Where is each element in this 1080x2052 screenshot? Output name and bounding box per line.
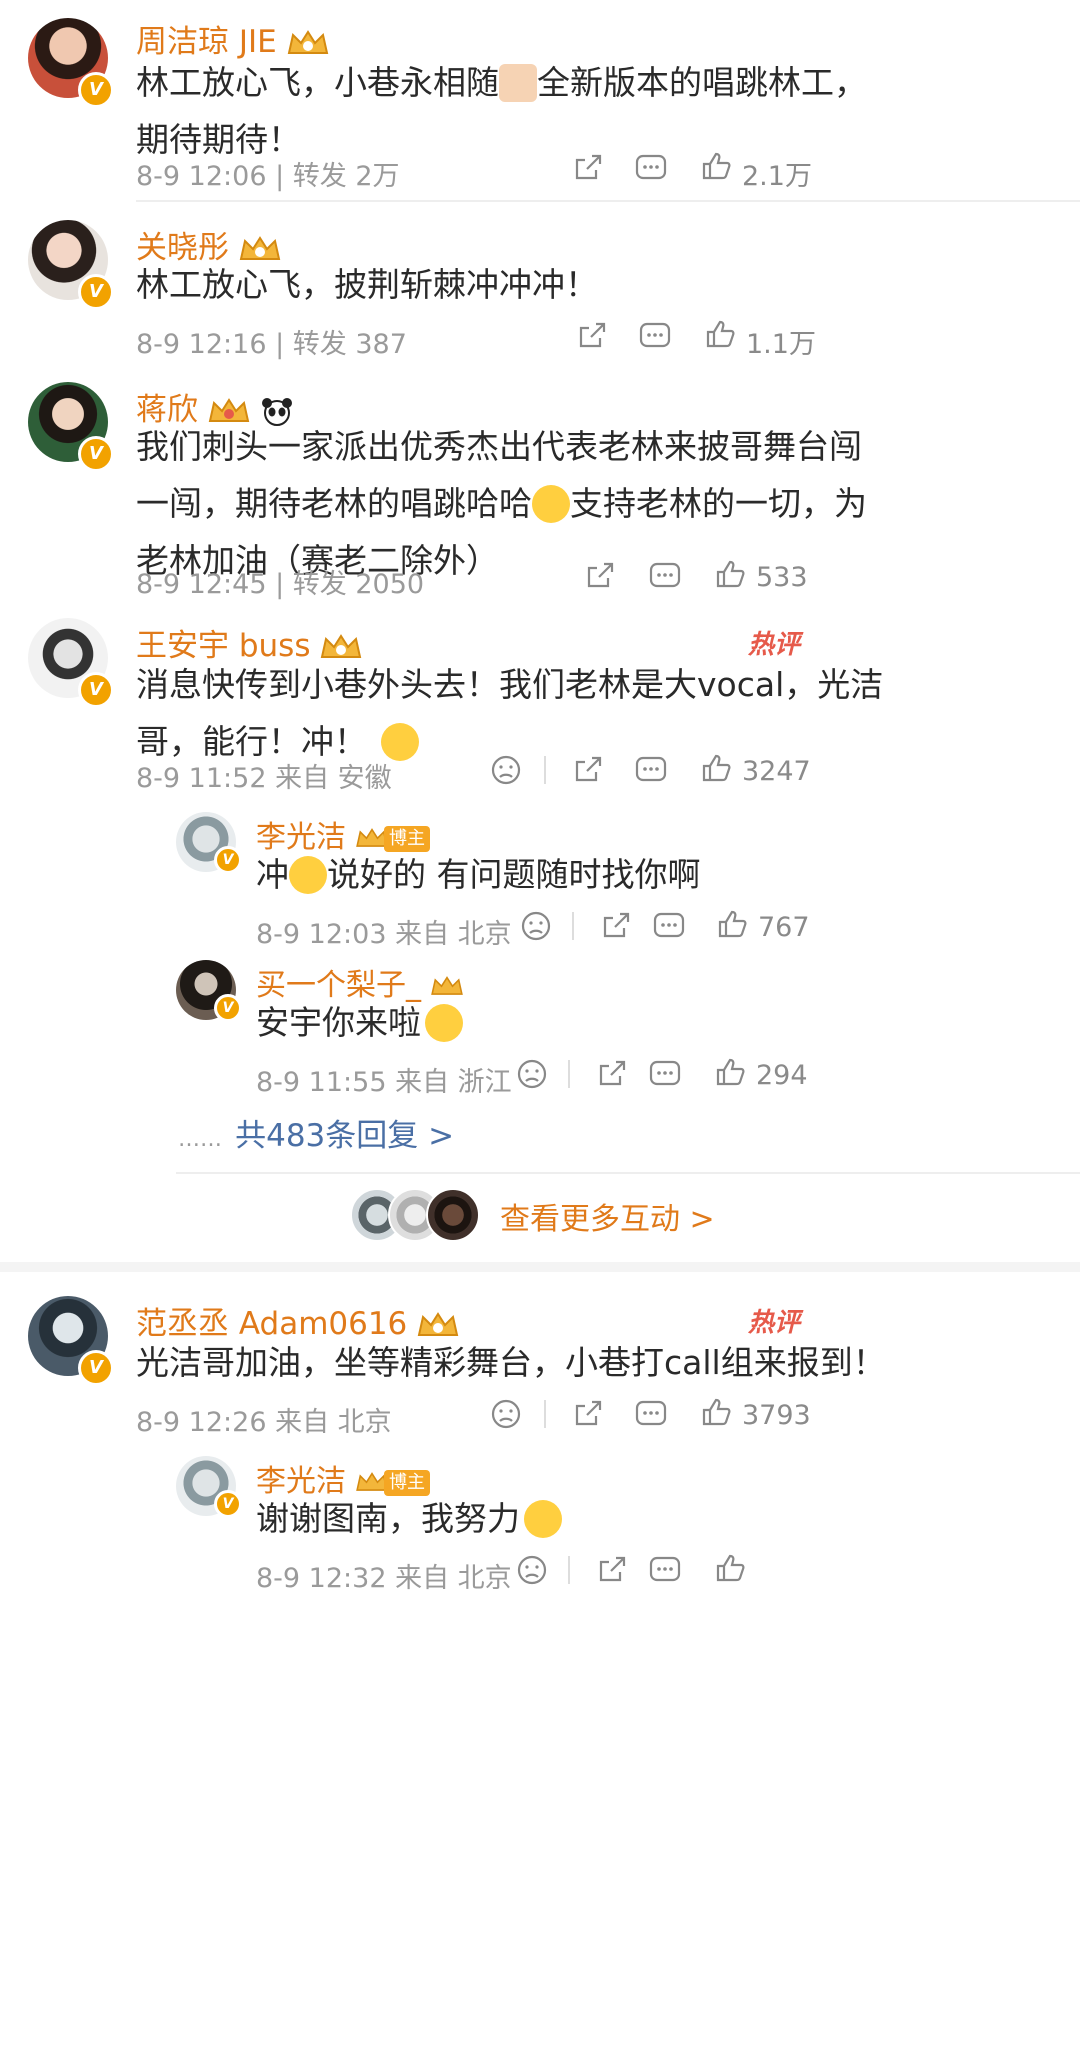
- repost-icon[interactable]: [600, 910, 632, 942]
- like-count: 533: [756, 562, 808, 593]
- comment-text: 林工放心飞，披荆斩棘冲冲冲！: [136, 256, 1036, 313]
- comment-text-part: 林工放心飞，披荆斩棘冲冲冲！: [136, 265, 598, 304]
- reply-meta: 8-9 12:32 来自 北京: [256, 1563, 512, 1594]
- divider: [568, 1556, 570, 1584]
- dislike-icon[interactable]: [490, 754, 522, 786]
- comment-icon[interactable]: [634, 1398, 668, 1430]
- comment-text-part: 全新版本的唱跳林工，: [537, 63, 867, 102]
- comment-meta: 8-9 11:52 来自 安徽: [136, 763, 392, 794]
- verified-badge-icon: V: [78, 672, 114, 708]
- divider: [176, 1172, 1080, 1174]
- comment-text-part: 我们刺头一家派出优秀杰出代表老林来披哥舞台闯: [136, 427, 862, 466]
- like-count: 2.1万: [742, 161, 812, 192]
- comment-text-part: 说好的 有问题随时找你啊: [327, 855, 701, 894]
- like-count: 294: [756, 1060, 808, 1091]
- comment-icon[interactable]: [648, 560, 682, 592]
- like-icon[interactable]: [700, 752, 732, 784]
- like-icon[interactable]: [716, 908, 748, 940]
- divider: [544, 756, 546, 784]
- more-replies-link[interactable]: …… 共483条回复 >: [178, 1110, 454, 1155]
- comment-text: 消息快传到小巷外头去！我们老林是大vocal，光洁 哥，能行！冲！: [136, 656, 1036, 770]
- section-gap: [0, 1262, 1080, 1272]
- comment-text-part: 谢谢图南，我努力: [256, 1499, 520, 1538]
- comment-text-part: 光洁哥加油，坐等精彩舞台，小巷打call组来报到！: [136, 1343, 886, 1382]
- divider: [572, 912, 574, 940]
- like-icon[interactable]: [704, 318, 736, 350]
- repost-icon[interactable]: [572, 1398, 604, 1430]
- repost-icon[interactable]: [576, 320, 608, 352]
- repost-icon[interactable]: [596, 1058, 628, 1090]
- comment-meta: 8-9 12:06 | 转发 2万: [136, 161, 400, 192]
- like-count: 767: [758, 912, 810, 943]
- comment-text: 林工放心飞，小巷永相随 全新版本的唱跳林工， 期待期待！: [136, 54, 1036, 168]
- dislike-icon[interactable]: [516, 1554, 548, 1586]
- comment-icon[interactable]: [638, 320, 672, 352]
- reply-meta: 8-9 12:03 来自 北京: [256, 919, 512, 950]
- repost-icon[interactable]: [584, 560, 616, 592]
- divider: [544, 1400, 546, 1428]
- comment-icon[interactable]: [652, 910, 686, 942]
- comment-icon[interactable]: [634, 152, 668, 184]
- divider: [568, 1060, 570, 1088]
- like-icon[interactable]: [714, 1056, 746, 1088]
- dislike-icon[interactable]: [490, 1398, 522, 1430]
- like-icon[interactable]: [714, 558, 746, 590]
- verified-badge-icon: V: [78, 1350, 114, 1386]
- verified-badge-icon: V: [78, 72, 114, 108]
- flexed-bicep-emoji-icon: [499, 64, 537, 102]
- verified-badge-icon: V: [78, 274, 114, 310]
- like-count: 3247: [742, 756, 811, 787]
- verified-badge-icon: V: [214, 994, 242, 1022]
- comment-meta: 8-9 12:16 | 转发 387: [136, 329, 407, 360]
- like-count: 3793: [742, 1400, 811, 1431]
- reply-text: 冲说好的 有问题随时找你啊: [256, 846, 1056, 903]
- repost-icon[interactable]: [596, 1554, 628, 1586]
- comment-icon[interactable]: [634, 754, 668, 786]
- verified-badge-icon: V: [78, 436, 114, 472]
- comment-text-part: 安宇你来啦: [256, 1003, 421, 1042]
- pray-emoji-icon: [425, 1004, 463, 1042]
- avatar: [426, 1188, 480, 1242]
- verified-badge-icon: V: [214, 1490, 242, 1518]
- like-count: 1.1万: [746, 329, 816, 360]
- comment-meta: 8-9 12:26 来自 北京: [136, 1407, 392, 1438]
- comment-text-part: 林工放心飞，小巷永相随: [136, 63, 499, 102]
- ellipsis-dots: ……: [178, 1127, 222, 1152]
- like-icon[interactable]: [714, 1552, 746, 1584]
- comment-meta: 8-9 12:45 | 转发 2050: [136, 569, 425, 600]
- repost-icon[interactable]: [572, 754, 604, 786]
- more-interactions-avatars[interactable]: [350, 1184, 480, 1244]
- more-replies-label[interactable]: 共483条回复 >: [235, 1118, 454, 1154]
- repost-icon[interactable]: [572, 152, 604, 184]
- reply-text: 安宇你来啦: [256, 994, 1056, 1051]
- cheer-emoji-icon: [289, 856, 327, 894]
- comment-icon[interactable]: [648, 1554, 682, 1586]
- verified-badge-icon: V: [214, 846, 242, 874]
- comment-text: 光洁哥加油，坐等精彩舞台，小巷打call组来报到！: [136, 1334, 1056, 1391]
- comment-text-part: 冲: [256, 855, 289, 894]
- comment-text-part: 一闯，期待老林的唱跳哈哈: [136, 484, 532, 523]
- like-icon[interactable]: [700, 150, 732, 182]
- dislike-icon[interactable]: [516, 1058, 548, 1090]
- dislike-icon[interactable]: [520, 910, 552, 942]
- divider: [136, 200, 1080, 202]
- cheer-emoji-icon: [524, 1500, 562, 1538]
- reply-text: 谢谢图南，我努力: [256, 1490, 1056, 1547]
- laughing-emoji-icon: [532, 485, 570, 523]
- reply-meta: 8-9 11:55 来自 浙江: [256, 1067, 512, 1098]
- more-interactions-link[interactable]: 查看更多互动 >: [500, 1194, 715, 1238]
- like-icon[interactable]: [700, 1396, 732, 1428]
- comment-icon[interactable]: [648, 1058, 682, 1090]
- comment-text-part: 消息快传到小巷外头去！我们老林是大vocal，光洁: [136, 665, 884, 704]
- comment-text-part: 支持老林的一切，为: [570, 484, 867, 523]
